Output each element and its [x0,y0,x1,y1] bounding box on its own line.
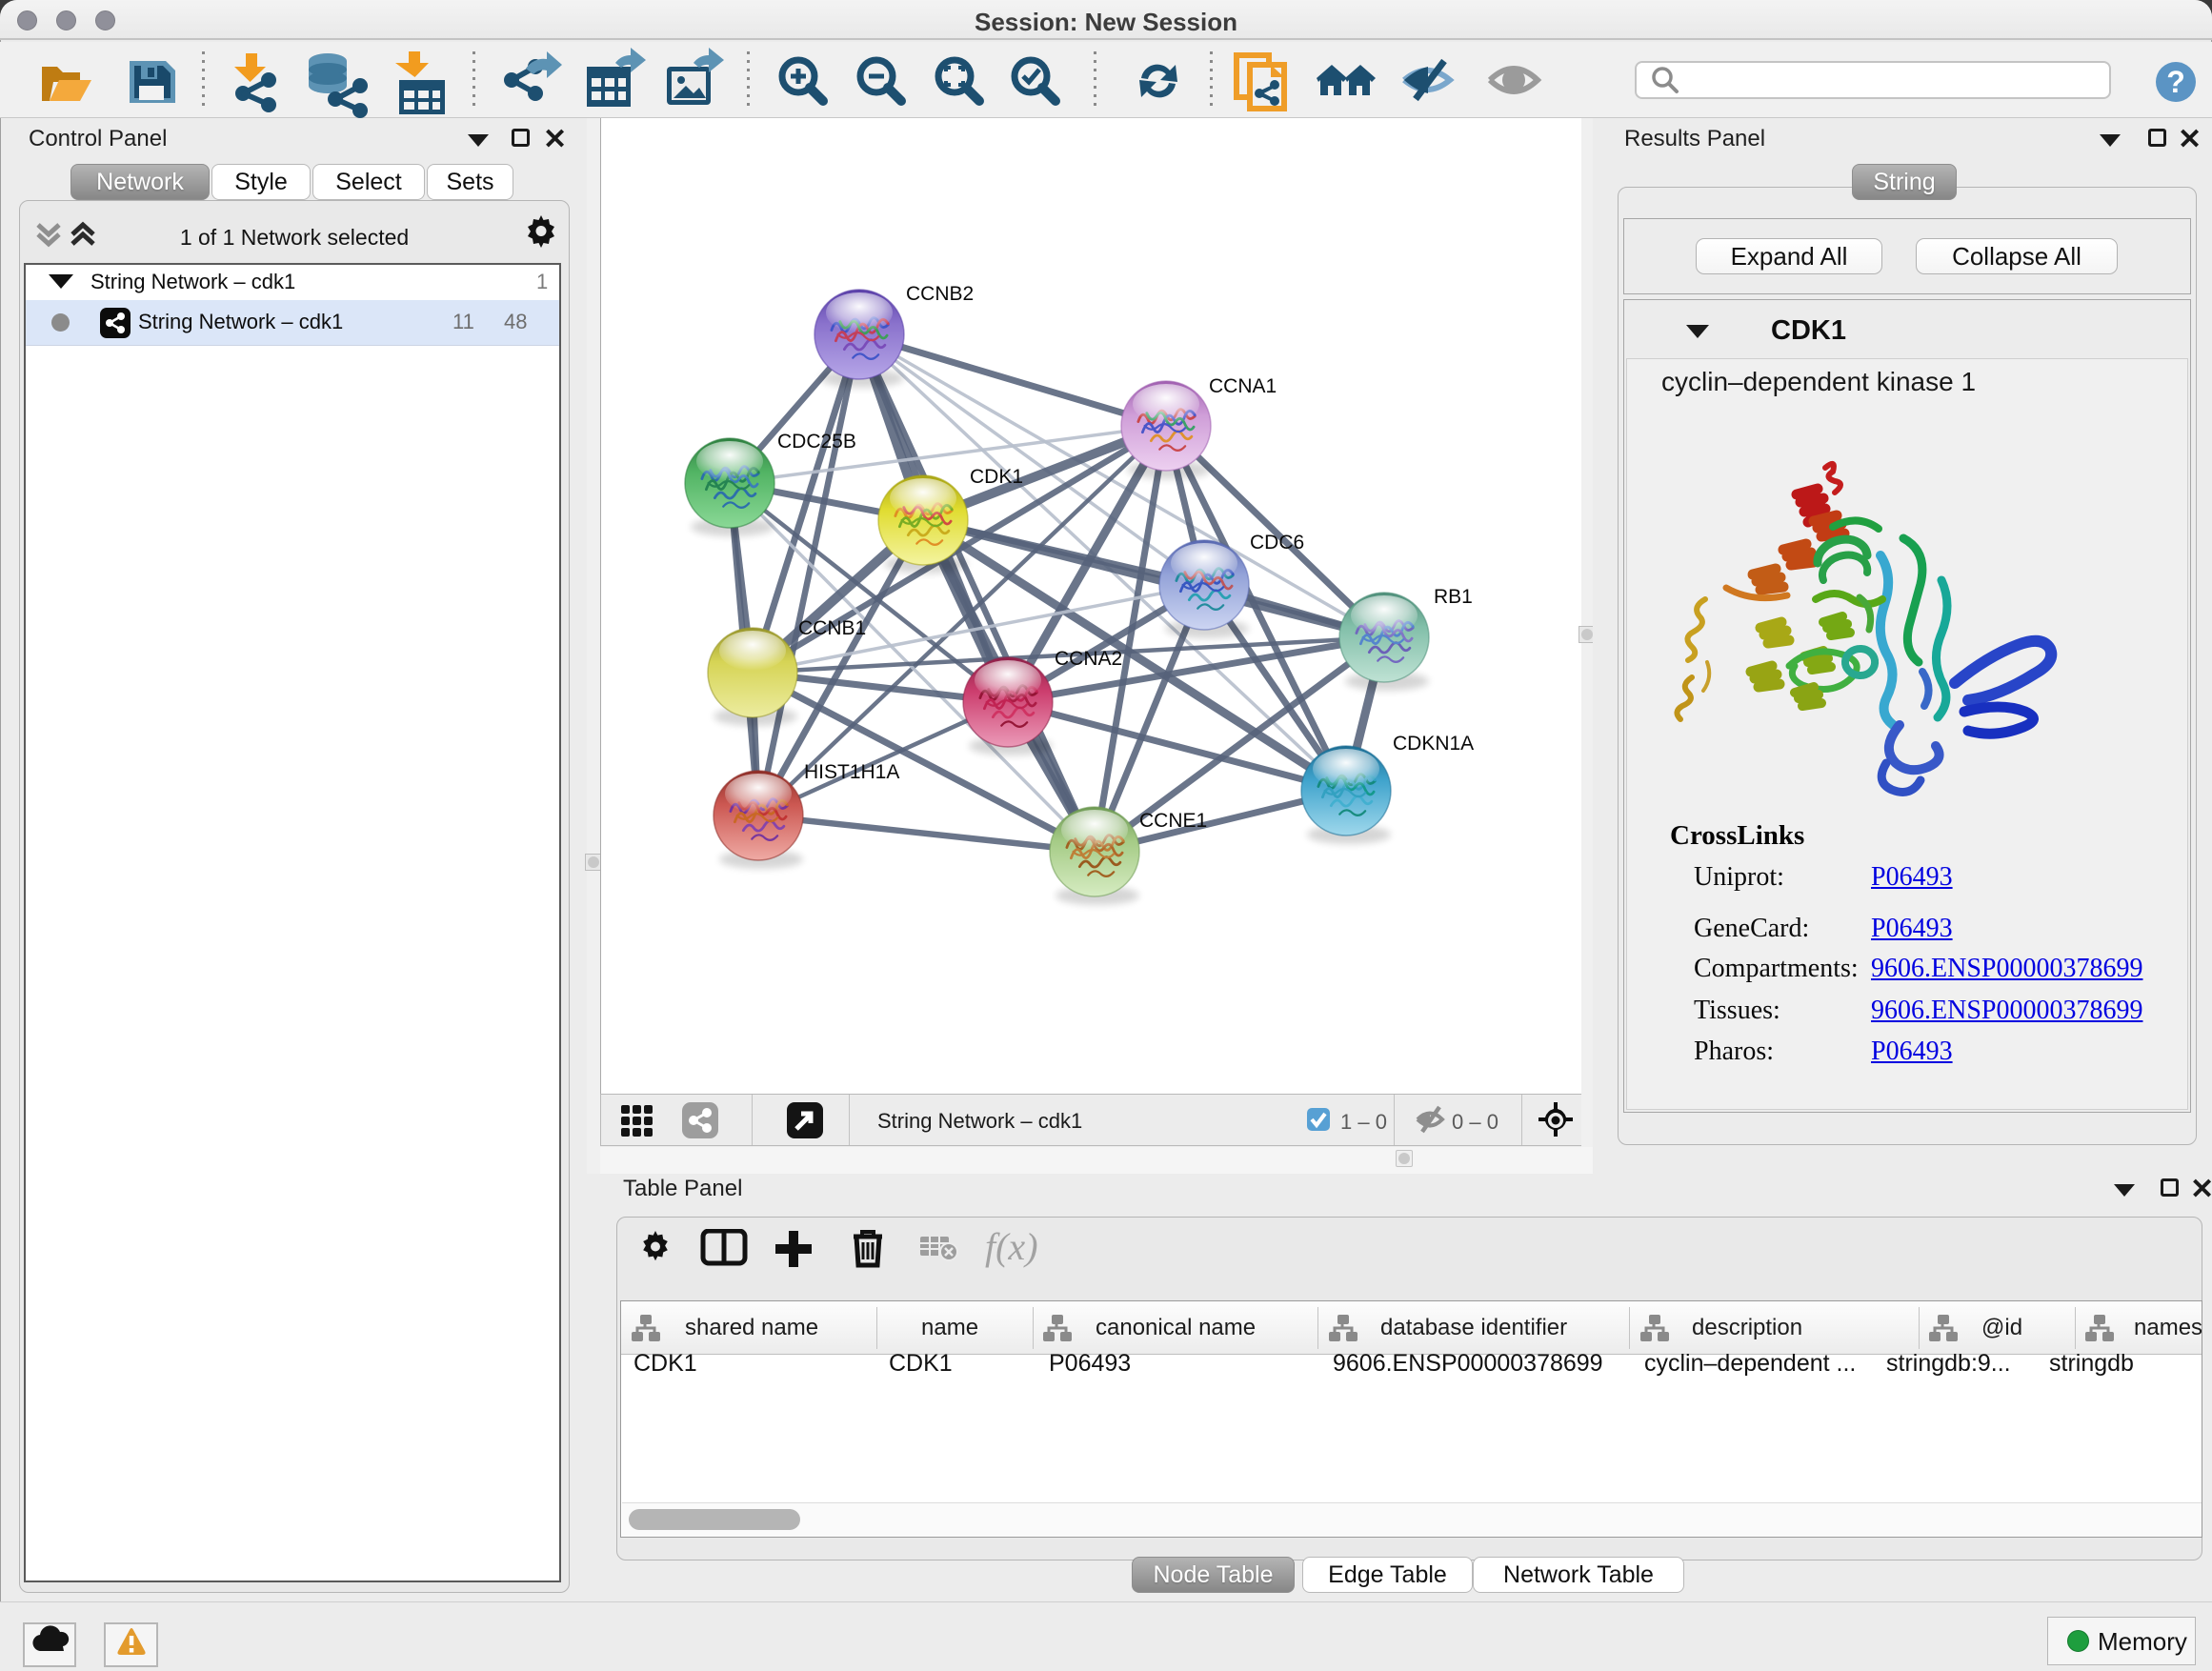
svg-text:HIST1H1A: HIST1H1A [804,761,899,783]
svg-text:CCNE1: CCNE1 [1139,810,1207,832]
svg-text:CDC25B: CDC25B [777,431,856,453]
svg-text:CCNB2: CCNB2 [906,283,974,305]
svg-text:CDK1: CDK1 [970,466,1023,488]
svg-text:CCNA1: CCNA1 [1209,375,1277,397]
svg-text:CCNB1: CCNB1 [798,617,866,639]
svg-text:CDKN1A: CDKN1A [1393,733,1474,755]
svg-text:RB1: RB1 [1434,586,1473,608]
svg-text:CDC6: CDC6 [1250,532,1304,554]
svg-text:f(x): f(x) [985,1229,1038,1268]
svg-text:CCNA2: CCNA2 [1055,648,1122,670]
svg-text:?: ? [2166,65,2185,99]
